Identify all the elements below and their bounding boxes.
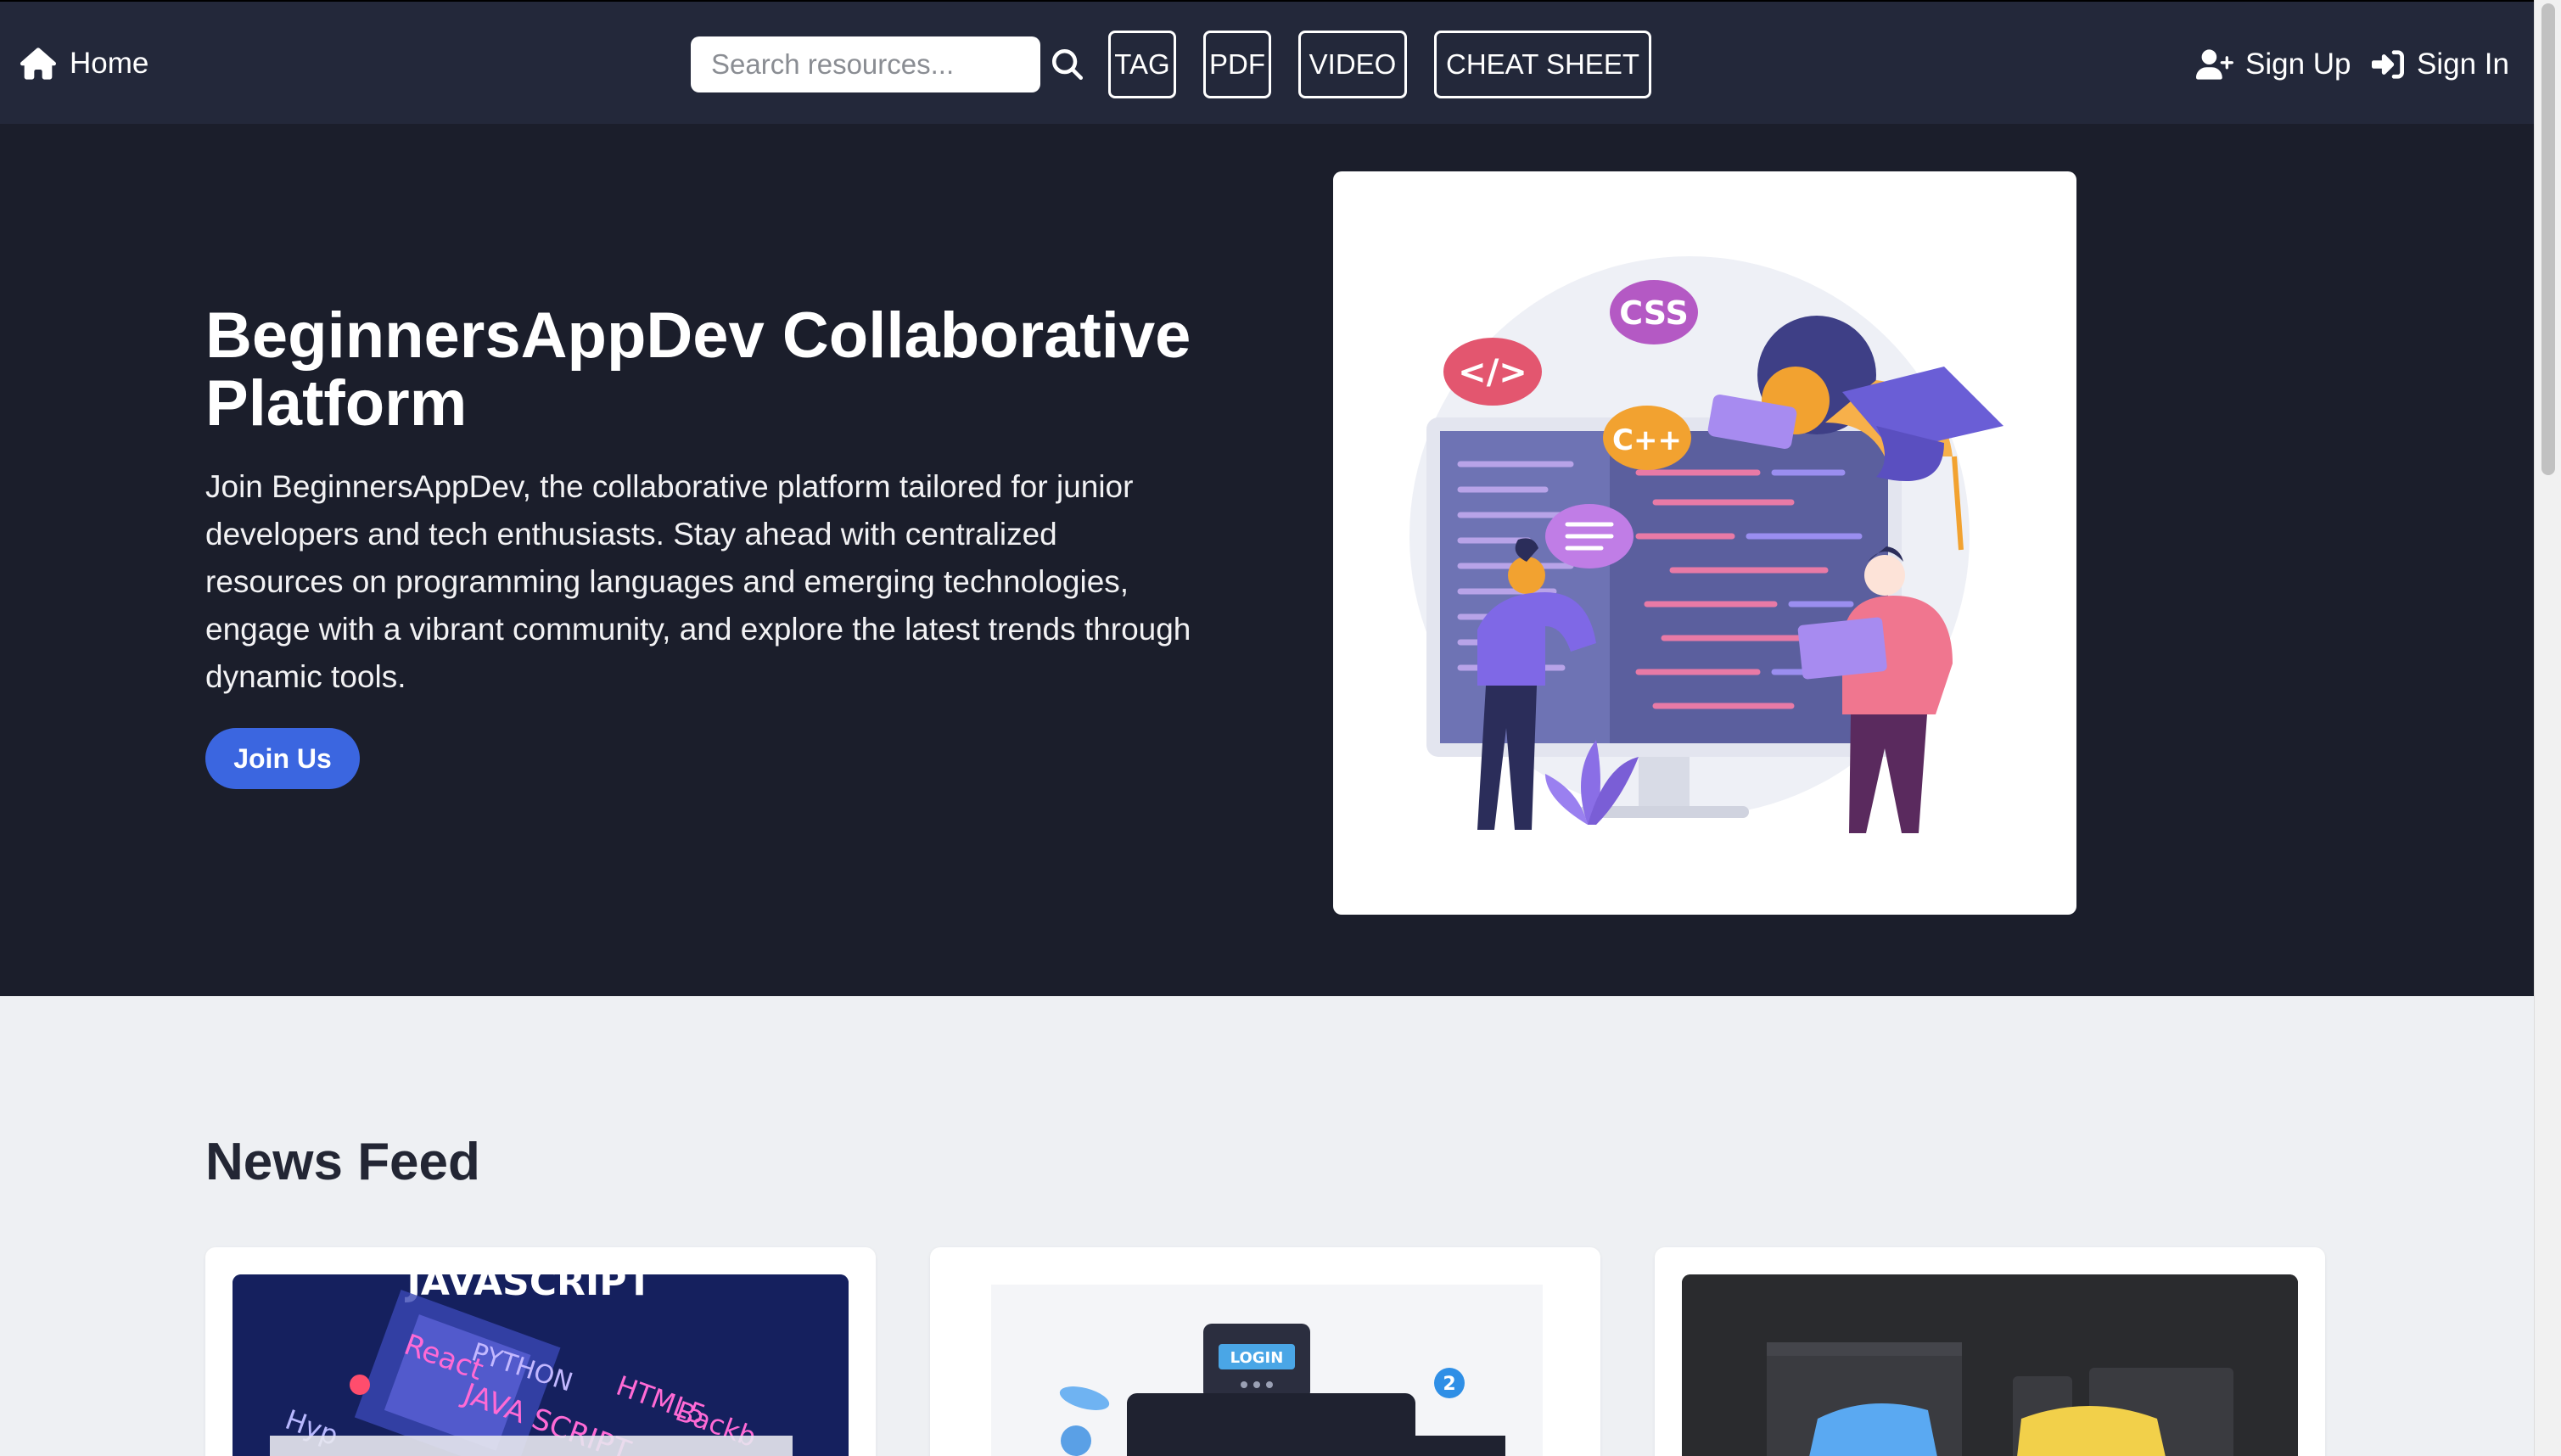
hero-illustration: </> CSS C++ [1333, 171, 2076, 915]
pdf-filter-button[interactable]: PDF [1203, 31, 1271, 98]
news-card[interactable]: LOGIN 2 [930, 1247, 1600, 1456]
sign-up-link[interactable]: Sign Up [2196, 41, 2351, 88]
news-card-thumbnail: JAVASCRIPT PYTHON React JAVA SCRIPT HTML… [233, 1274, 849, 1456]
news-card[interactable] [1655, 1247, 2325, 1456]
home-label: Home [70, 47, 149, 80]
cheat-sheet-filter-button[interactable]: CHEAT SHEET [1434, 31, 1651, 98]
sign-in-icon [2372, 50, 2404, 79]
news-card[interactable]: JAVASCRIPT PYTHON React JAVA SCRIPT HTML… [205, 1247, 876, 1456]
hero-section: BeginnersAppDev Collaborative Platform J… [0, 124, 2534, 996]
home-icon [20, 48, 56, 80]
cpp-bubble: C++ [1612, 423, 1682, 457]
javascript-thumbnail-art: JAVASCRIPT PYTHON React JAVA SCRIPT HTML… [233, 1274, 849, 1456]
home-link[interactable]: Home [20, 41, 149, 87]
html-tag-bubble: </> [1458, 353, 1527, 392]
user-plus-icon [2196, 49, 2233, 80]
search-icon[interactable] [1052, 49, 1083, 80]
scrollbar-thumb[interactable] [2541, 3, 2555, 475]
thumb-word: 2 [1443, 1374, 1455, 1395]
thumb-word: LOGIN [1230, 1349, 1284, 1367]
developer-collaboration-illustration: </> CSS C++ [1409, 256, 2003, 833]
blocks-thumbnail-art [1682, 1274, 2298, 1456]
sign-up-label: Sign Up [2245, 48, 2351, 81]
login-thumbnail-art: LOGIN 2 [991, 1285, 1543, 1456]
video-filter-button[interactable]: VIDEO [1298, 31, 1407, 98]
page-scrollbar[interactable] [2534, 0, 2561, 1456]
css-bubble: CSS [1619, 294, 1689, 332]
news-feed-section: News Feed JAVASCRIPT PYTHON React JAVA S… [0, 996, 2534, 1456]
thumb-word: JAVASCRIPT [404, 1274, 652, 1304]
tag-filter-button[interactable]: TAG [1108, 31, 1176, 98]
search-input[interactable] [691, 36, 1040, 92]
hero-description: Join BeginnersAppDev, the collaborative … [205, 469, 1191, 694]
sign-in-label: Sign In [2417, 48, 2509, 81]
news-card-thumbnail: LOGIN 2 [957, 1274, 1573, 1456]
top-navbar: Home TAG PDF VIDEO CHEAT SHEET Sign Up S… [0, 0, 2534, 124]
hero-title: BeginnersAppDev Collaborative Platform [205, 300, 1191, 440]
sign-in-link[interactable]: Sign In [2371, 41, 2509, 88]
join-us-button[interactable]: Join Us [205, 728, 360, 789]
news-feed-title: News Feed [205, 1133, 480, 1191]
news-card-thumbnail [1682, 1274, 2298, 1456]
